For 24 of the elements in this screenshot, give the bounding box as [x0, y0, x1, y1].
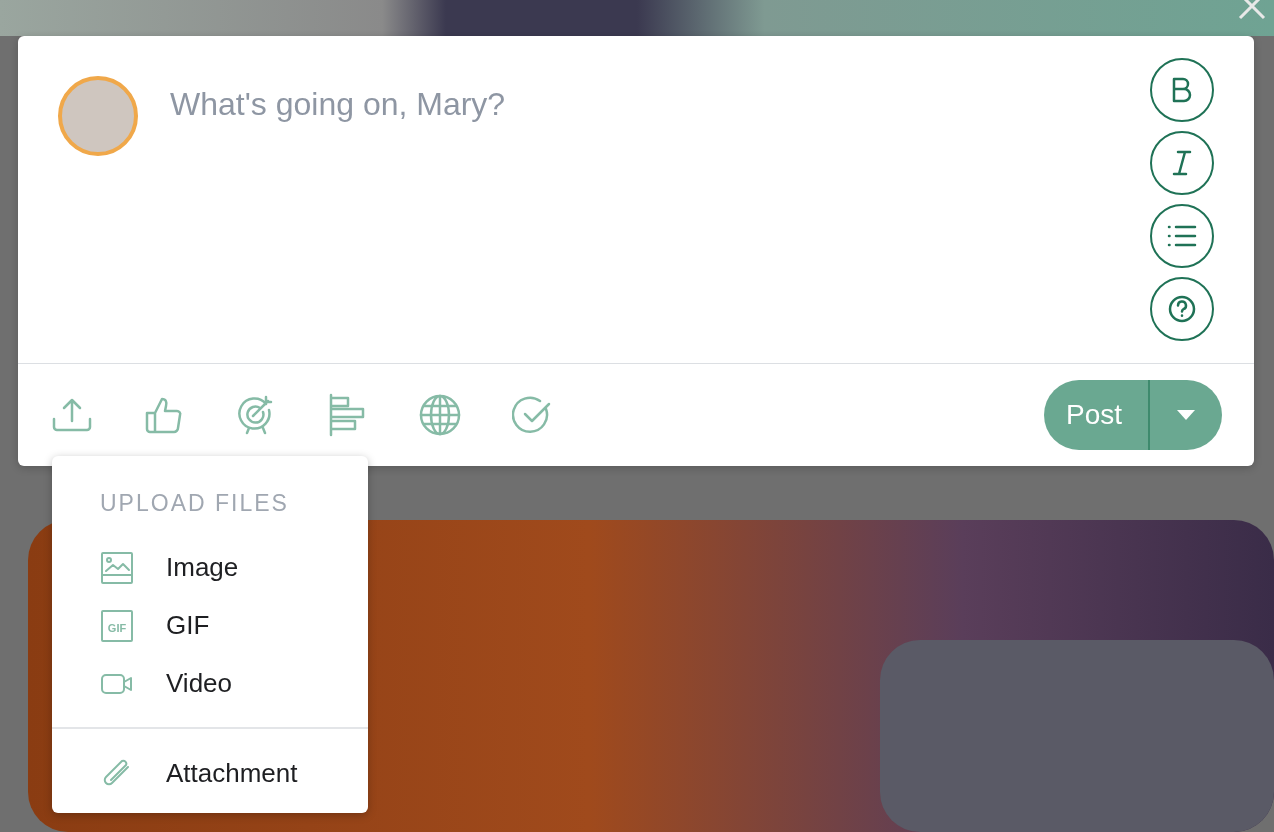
menu-heading: UPLOAD FILES — [100, 489, 290, 518]
post-input-field[interactable]: What's going on, Mary? — [170, 74, 1118, 134]
italic-format-button[interactable] — [1150, 131, 1214, 195]
thumbs-up-icon — [144, 395, 184, 435]
globe-toolbar-button[interactable] — [418, 393, 462, 437]
globe-icon — [419, 394, 461, 436]
menu-item[interactable]: Image — [52, 538, 368, 597]
bold-format-button[interactable] — [1150, 58, 1214, 122]
video-camera-icon — [100, 671, 134, 696]
menu-item[interactable]: Attachment — [52, 744, 368, 803]
upload-icon — [51, 397, 93, 433]
list-icon — [1167, 224, 1197, 248]
bold-icon — [1170, 77, 1194, 103]
help-format-button[interactable] — [1150, 277, 1214, 341]
caret-icon — [1177, 410, 1195, 420]
list-format-button[interactable] — [1150, 204, 1214, 268]
italic-icon — [1170, 150, 1194, 176]
help-icon — [1167, 294, 1197, 324]
menu-item[interactable]: Video — [52, 654, 368, 713]
image-icon — [100, 550, 134, 585]
gif-icon: GIF — [100, 608, 134, 643]
post-options-button[interactable] — [1148, 380, 1222, 450]
menu-item[interactable]: GIF GIF — [52, 596, 368, 655]
check-circle-icon — [512, 395, 552, 435]
